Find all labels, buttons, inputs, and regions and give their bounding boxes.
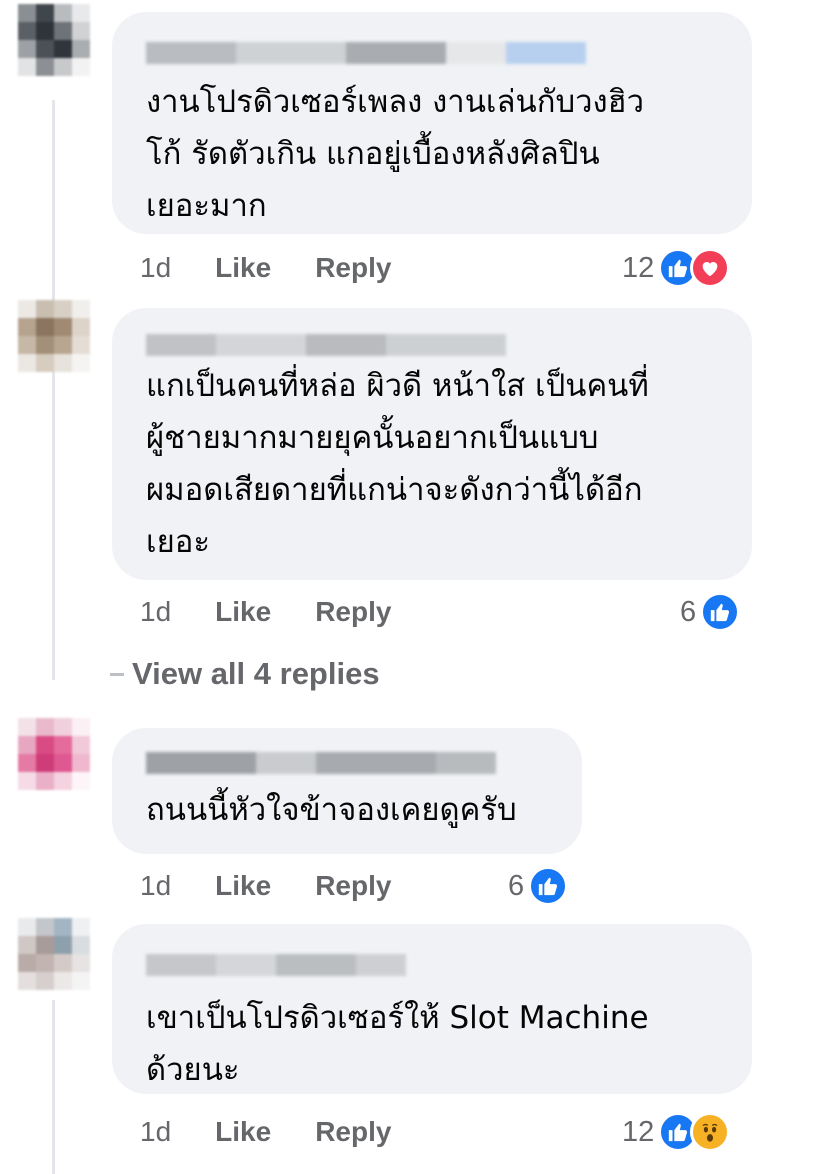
comment: ถนนนี้หัวใจข้าจองเคยดูครับ 1d Like Reply… <box>0 712 820 912</box>
wow-icon <box>690 1112 731 1152</box>
comment-actions: 1d Like Reply <box>140 1112 391 1152</box>
reaction-count: 12 <box>622 1115 655 1148</box>
comment-timestamp[interactable]: 1d <box>140 870 171 902</box>
comment: แกเป็นคนที่หล่อ ผิวดี หน้าใส เป็นคนที่ ผ… <box>0 290 820 650</box>
comment-actions: 1d Like Reply <box>140 248 391 288</box>
reply-button[interactable]: Reply <box>315 596 391 628</box>
reply-button[interactable]: Reply <box>315 252 391 284</box>
comment-text: แกเป็นคนที่หล่อ ผิวดี หน้าใส เป็นคนที่ ผ… <box>146 368 649 560</box>
reply-dash <box>110 672 124 676</box>
reaction-summary[interactable]: 12 <box>622 246 731 290</box>
like-button[interactable]: Like <box>215 870 271 902</box>
comment-timestamp[interactable]: 1d <box>140 596 171 628</box>
view-all-replies-link[interactable]: View all 4 replies <box>110 656 380 692</box>
avatar[interactable] <box>18 718 90 790</box>
comment-actions: 1d Like Reply <box>140 592 391 632</box>
reaction-count: 6 <box>680 595 697 628</box>
comment-bubble: เขาเป็นโปรดิวเซอร์ให้ Slot Machine ด้วยน… <box>112 924 752 1094</box>
view-replies-label: View all 4 replies <box>132 656 380 691</box>
love-icon <box>690 248 731 288</box>
avatar[interactable] <box>18 300 90 372</box>
comment-text: เขาเป็นโปรดิวเซอร์ให้ Slot Machine ด้วยน… <box>146 1000 649 1088</box>
reply-button[interactable]: Reply <box>315 1116 391 1148</box>
comment-actions: 1d Like Reply <box>140 866 391 906</box>
like-button[interactable]: Like <box>215 1116 271 1148</box>
reaction-count: 6 <box>508 869 525 902</box>
reaction-count: 12 <box>622 251 655 284</box>
comment: งานโปรดิวเซอร์เพลง งานเล่นกับวงฮิว โก้ ร… <box>0 0 820 300</box>
like-button[interactable]: Like <box>215 252 271 284</box>
like-button[interactable]: Like <box>215 596 271 628</box>
comment-timestamp[interactable]: 1d <box>140 252 171 284</box>
reply-button[interactable]: Reply <box>315 870 391 902</box>
author-name-blurred[interactable] <box>146 954 406 976</box>
comment-bubble: แกเป็นคนที่หล่อ ผิวดี หน้าใส เป็นคนที่ ผ… <box>112 308 752 580</box>
author-name-blurred[interactable] <box>146 42 606 64</box>
comment-bubble: ถนนนี้หัวใจข้าจองเคยดูครับ <box>112 728 582 854</box>
author-name-blurred[interactable] <box>146 752 496 774</box>
like-icon <box>528 866 569 906</box>
like-icon <box>700 592 741 632</box>
avatar[interactable] <box>18 918 90 990</box>
reaction-summary[interactable]: 6 <box>680 590 741 634</box>
comment-timestamp[interactable]: 1d <box>140 1116 171 1148</box>
avatar[interactable] <box>18 4 90 76</box>
author-name-blurred[interactable] <box>146 334 506 356</box>
comment: เขาเป็นโปรดิวเซอร์ให้ Slot Machine ด้วยน… <box>0 912 820 1174</box>
comment-bubble: งานโปรดิวเซอร์เพลง งานเล่นกับวงฮิว โก้ ร… <box>112 12 752 234</box>
comment-text: ถนนนี้หัวใจข้าจองเคยดูครับ <box>146 792 517 828</box>
comment-text: งานโปรดิวเซอร์เพลง งานเล่นกับวงฮิว โก้ ร… <box>146 84 645 224</box>
reaction-summary[interactable]: 6 <box>508 864 569 908</box>
reaction-summary[interactable]: 12 <box>622 1110 731 1154</box>
